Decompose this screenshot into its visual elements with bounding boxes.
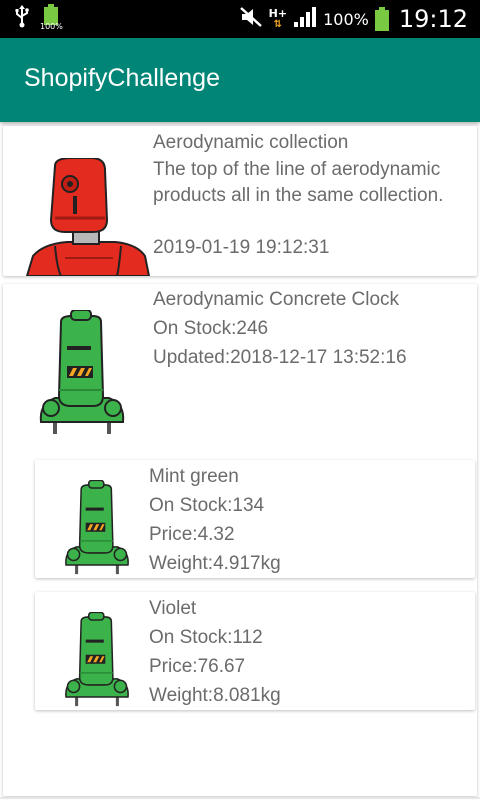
red-robot-image (25, 157, 151, 276)
battery-icon (374, 7, 389, 31)
variant-weight: Weight:8.081kg (149, 685, 281, 706)
product-title: Aerodynamic Concrete Clock (153, 289, 400, 310)
clock: 19:12 (398, 5, 468, 33)
product-card[interactable]: Aerodynamic Concrete Clock On Stock:246 … (3, 284, 477, 796)
collection-card[interactable]: Aerodynamic collection The top of the li… (3, 126, 477, 276)
green-robot-image (63, 611, 131, 708)
variant-weight: Weight:4.917kg (149, 553, 281, 574)
product-stock: On Stock:246 (153, 318, 269, 339)
green-robot-image (37, 309, 127, 436)
variant-title: Violet (149, 598, 197, 619)
collection-title: Aerodynamic collection (153, 132, 349, 153)
network-type-indicator: H+ ⇅ (269, 8, 287, 30)
status-bar-right: H+ ⇅ 100% 19:12 (239, 3, 468, 35)
variant-stock: On Stock:134 (149, 495, 265, 516)
mute-icon (239, 6, 263, 32)
battery-percent: 100% (323, 9, 369, 29)
app-title: ShopifyChallenge (24, 64, 220, 92)
network-type-label: H+ (268, 7, 288, 20)
status-bar-left: 100% (14, 4, 63, 32)
collection-date: 2019-01-19 19:12:31 (153, 237, 330, 258)
usb-icon (14, 4, 30, 32)
bottom-divider (0, 797, 480, 799)
variant-price: Price:4.32 (149, 524, 235, 545)
product-updated: Updated:2018-12-17 13:52:16 (153, 347, 407, 368)
signal-strength-icon (293, 6, 317, 32)
collection-description: The top of the line of aerodynamic produ… (153, 159, 444, 206)
variant-price: Price:76.67 (149, 656, 246, 677)
status-bar: 100% H+ ⇅ 100% 19:12 (0, 0, 480, 38)
variant-stock: On Stock:112 (149, 627, 263, 648)
variant-card-mint-green[interactable]: Mint green On Stock:134 Price:4.32 Weigh… (35, 460, 475, 578)
variant-card-violet[interactable]: Violet On Stock:112 Price:76.67 Weight:8… (35, 592, 475, 710)
app-bar: ShopifyChallenge (0, 38, 480, 122)
battery-charged-icon: 100% (40, 4, 63, 31)
data-activity-icon: ⇅ (273, 19, 283, 30)
battery-small-percent: 100% (40, 22, 63, 31)
green-robot-image (63, 479, 131, 576)
variant-title: Mint green (149, 466, 239, 487)
